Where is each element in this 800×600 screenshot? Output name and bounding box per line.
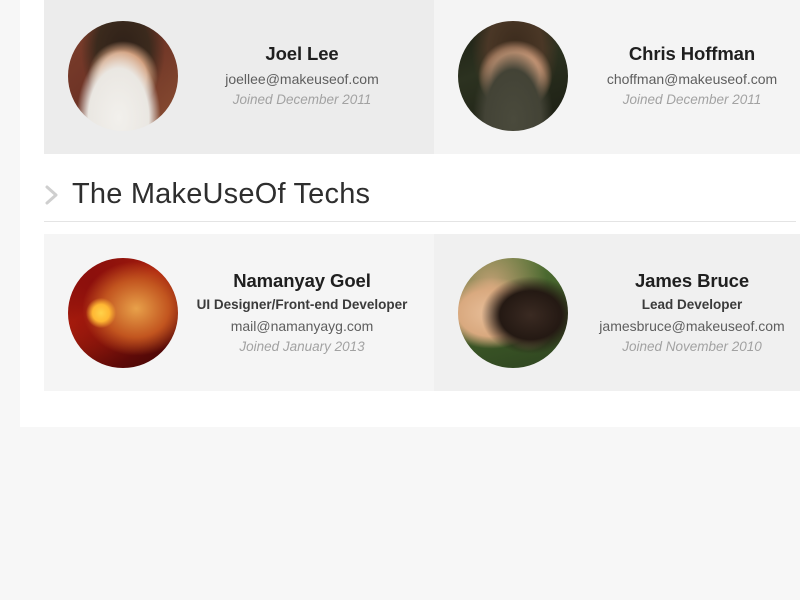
member-card[interactable]: Chris Hoffman choffman@makeuseof.com Joi…: [434, 0, 800, 154]
section-heading-techs: The MakeUseOf Techs: [44, 154, 796, 222]
member-joined-date: Joined November 2010: [622, 339, 762, 355]
member-name: Namanyay Goel: [233, 269, 371, 291]
member-card[interactable]: Joel Lee joellee@makeuseof.com Joined De…: [44, 0, 434, 154]
avatar: [458, 20, 568, 131]
avatar: [458, 257, 568, 368]
section-title: The MakeUseOf Techs: [72, 178, 371, 210]
member-joined-date: Joined January 2013: [239, 339, 365, 355]
member-email[interactable]: choffman@makeuseof.com: [578, 70, 800, 88]
member-card[interactable]: James Bruce Lead Developer jamesbruce@ma…: [434, 234, 800, 391]
member-email[interactable]: joellee@makeuseof.com: [188, 70, 416, 88]
chevron-right-icon[interactable]: [44, 182, 60, 208]
member-role: Lead Developer: [641, 297, 743, 313]
page-viewport: Joshua Lockhart jlockhart@makeuseof.com …: [0, 0, 800, 600]
member-info: Joel Lee joellee@makeuseof.com Joined De…: [178, 42, 420, 109]
avatar: [68, 257, 178, 368]
member-info: Namanyay Goel UI Designer/Front-end Deve…: [178, 269, 420, 357]
member-joined-date: Joined December 2011: [232, 92, 372, 108]
member-name: Joel Lee: [265, 43, 339, 65]
member-joined-date: Joined December 2011: [622, 92, 762, 108]
member-email[interactable]: jamesbruce@makeuseof.com: [578, 317, 800, 335]
avatar: [68, 20, 178, 131]
member-info: Chris Hoffman choffman@makeuseof.com Joi…: [568, 42, 800, 109]
member-info: James Bruce Lead Developer jamesbruce@ma…: [568, 269, 800, 357]
member-card[interactable]: Namanyay Goel UI Designer/Front-end Deve…: [44, 234, 434, 391]
team-page-container: Joshua Lockhart jlockhart@makeuseof.com …: [20, 0, 800, 427]
team-grid-techs: Namanyay Goel UI Designer/Front-end Deve…: [44, 234, 800, 391]
member-role: UI Designer/Front-end Developer: [196, 297, 408, 313]
team-grid-writers: Joshua Lockhart jlockhart@makeuseof.com …: [44, 0, 800, 154]
member-name: Chris Hoffman: [628, 43, 756, 65]
member-name: James Bruce: [634, 269, 750, 291]
member-email[interactable]: mail@namanyayg.com: [188, 317, 416, 335]
